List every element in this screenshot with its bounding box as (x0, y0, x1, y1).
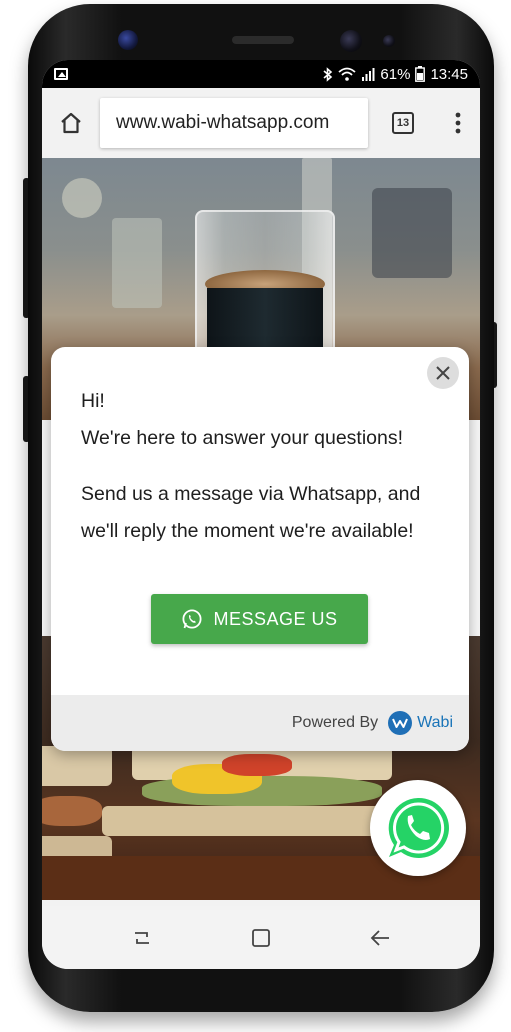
screen: 61% 13:45 www.wabi-whatsapp.com 13 Hi! W… (42, 60, 480, 969)
powered-by-text: Powered By (291, 714, 379, 731)
url-text: www.wabi-whatsapp.com (116, 112, 330, 133)
home-square-icon (252, 928, 270, 947)
home-icon (61, 112, 81, 134)
phone-frame: 61% 13:45 www.wabi-whatsapp.com 13 Hi! W… (28, 4, 494, 1012)
recents-icon (134, 931, 149, 944)
message-us-label: MESSAGE US (213, 608, 338, 629)
system-nav-bar (42, 906, 480, 969)
bluetooth-icon (323, 66, 333, 82)
tabs-icon: 13 (392, 112, 414, 134)
chat-popup: Hi! We're here to answer your questions!… (51, 347, 469, 751)
front-sensor (118, 30, 138, 50)
wabi-icon (388, 711, 413, 735)
browser-menu-button[interactable] (438, 88, 478, 158)
instruction-text-line2: we'll reply the moment we're available! (81, 520, 414, 542)
intro-text: We're here to answer your questions! (81, 427, 404, 449)
whatsapp-icon (182, 609, 202, 629)
tab-count: 13 (396, 117, 410, 129)
whatsapp-icon (388, 797, 449, 858)
more-vert-icon (455, 112, 461, 134)
back-arrow-icon (371, 929, 390, 946)
bokeh-light (112, 218, 162, 308)
clock: 13:45 (430, 65, 468, 83)
browser-home-button[interactable] (42, 88, 100, 158)
sandwich-filling (42, 796, 102, 826)
home-button[interactable] (241, 918, 281, 958)
wabi-logo[interactable]: Wabi (388, 711, 453, 735)
close-icon (436, 366, 450, 380)
battery-icon (415, 66, 426, 82)
bokeh-light (62, 178, 102, 218)
instruction-text-line1: Send us a message via Whatsapp, and (81, 483, 421, 505)
browser-toolbar: www.wabi-whatsapp.com 13 (42, 88, 480, 158)
sandwich-filling (222, 754, 292, 776)
message-us-button[interactable]: MESSAGE US (151, 594, 368, 644)
image-notification-icon (54, 68, 68, 80)
wabi-brand-text: Wabi (417, 714, 453, 731)
greeting-text: Hi! (81, 390, 105, 412)
earpiece-speaker (232, 36, 294, 44)
sandwich-bread (42, 746, 112, 786)
sandwich-bread (102, 806, 382, 836)
tabs-button[interactable]: 13 (368, 88, 438, 158)
iris-sensor (383, 35, 395, 47)
back-button[interactable] (360, 918, 400, 958)
bokeh-light (372, 188, 452, 278)
popup-message: Hi! We're here to answer your questions!… (81, 383, 451, 550)
status-bar: 61% 13:45 (42, 60, 480, 88)
address-bar[interactable]: www.wabi-whatsapp.com (100, 98, 368, 148)
whatsapp-floating-button[interactable] (370, 780, 466, 876)
recents-button[interactable] (122, 918, 162, 958)
front-camera (340, 30, 362, 52)
signal-icon (362, 68, 375, 81)
battery-percent: 61% (380, 65, 411, 83)
popup-footer: Powered By Wabi (51, 695, 469, 751)
wifi-icon (338, 67, 357, 81)
